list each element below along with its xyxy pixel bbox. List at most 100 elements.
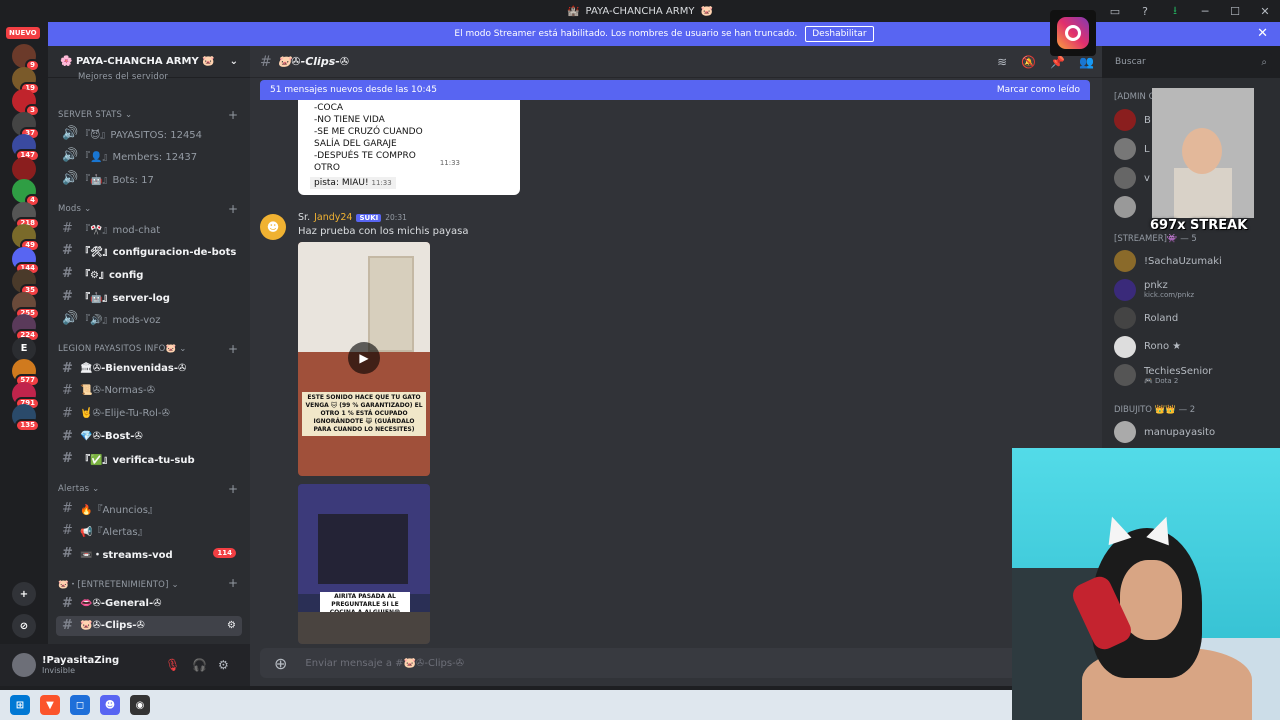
minimize-button[interactable]: ─ (1190, 5, 1220, 18)
server-icon[interactable]: 218 (12, 201, 40, 230)
member-item[interactable]: Rono ★ (1114, 335, 1278, 359)
channel-label: 🐷✇-Clips-✇ (80, 620, 145, 631)
add-channel-icon[interactable]: + (228, 342, 238, 356)
server-icon[interactable] (12, 156, 36, 181)
discord-avatar-icon[interactable]: ☻ (260, 214, 286, 240)
pin-icon[interactable]: 📌 (1050, 55, 1065, 69)
channel-item[interactable]: # 『🤖』server-log (56, 286, 242, 306)
disable-streamer-button[interactable]: Deshabilitar (805, 26, 874, 42)
server-icon[interactable]: 791 (12, 381, 40, 410)
category-legion[interactable]: LEGION PAYASITOS INFO🐷 ⌄ + (58, 342, 238, 356)
server-icon[interactable]: 255 (12, 291, 40, 320)
avatar[interactable] (12, 653, 36, 677)
channel-item[interactable]: # 『⚙』config (56, 263, 242, 283)
member-item[interactable]: TechiesSenior 🎮 Dota 2 (1114, 363, 1278, 387)
server-icon[interactable]: 144 (12, 246, 40, 275)
add-channel-icon[interactable]: + (228, 202, 238, 216)
windows-start-icon[interactable]: ⊞ (10, 695, 30, 715)
members-icon[interactable]: 👥 (1079, 55, 1094, 69)
channel-item[interactable]: # 📼・streams-vod 114 (56, 543, 242, 563)
category-entretenimiento[interactable]: 🐷・[ENTRETENIMIENTO] ⌄ + (58, 576, 238, 590)
message-author[interactable]: Jandy24 (314, 212, 352, 223)
hash-icon: # (62, 523, 73, 539)
video-attachment[interactable]: ▶ ESTE SONIDO HACE QUE TU GATO VENGA 🐱 (… (298, 242, 430, 476)
video-people (318, 514, 408, 584)
download-icon[interactable]: ⭳ (1160, 2, 1190, 21)
server-icon[interactable]: 135 (12, 404, 40, 432)
help-icon[interactable]: ? (1130, 5, 1160, 18)
channel-item[interactable]: # 📢『Alertas』 (56, 521, 242, 541)
channel-item[interactable]: 🔊 『🤖』Bots: 17 (56, 168, 242, 188)
category-server-stats[interactable]: SERVER STATS ⌄ + (58, 108, 238, 122)
inbox-icon[interactable]: ▭ (1100, 5, 1130, 18)
member-item[interactable]: pnkz kick.com/pnkz (1114, 278, 1278, 302)
channel-item[interactable]: # 🤘✇-Elije-Tu-Rol-✇ (56, 403, 242, 423)
composer-placeholder[interactable]: Enviar mensaje a #🐷✇-Clips-✇ (305, 658, 464, 669)
channel-item[interactable]: 🔊 『👤』Members: 12437 (56, 146, 242, 166)
threads-icon[interactable]: ≋ (997, 55, 1007, 69)
discord-icon[interactable]: ☻ (100, 695, 120, 715)
close-button[interactable]: ✕ (1250, 5, 1280, 18)
server-icon[interactable]: 9 (12, 44, 40, 72)
add-server-icon[interactable]: + (12, 582, 36, 606)
obs-icon[interactable]: ◉ (130, 695, 150, 715)
channel-item[interactable]: # 📜✇-Normas-✇ (56, 381, 242, 401)
channel-item[interactable]: # 『✅』verifica-tu-sub (56, 449, 242, 469)
video-attachment-2[interactable]: AIRITA PASADA AL PREGUNTARLE SI LE COCIN… (298, 484, 430, 644)
brave-icon[interactable]: ▼ (40, 695, 60, 715)
channel-label: 🏛✇-Bienvenidas-✇ (80, 362, 187, 374)
member-activity: 🎮 Dota 2 (1144, 376, 1179, 385)
instagram-icon (1050, 10, 1096, 56)
add-channel-icon[interactable]: + (228, 576, 238, 590)
image-text-line: OTRO (314, 163, 340, 173)
explore-icon[interactable]: ⊘ (12, 614, 36, 638)
server-icon[interactable]: 49 (12, 224, 40, 252)
username[interactable]: !PayasitaZing (42, 655, 119, 666)
server-icon[interactable]: 35 (12, 269, 40, 297)
search-input[interactable]: Buscar ⌕ (1110, 53, 1272, 71)
channel-item[interactable]: # 👄✇-General-✇ (56, 593, 242, 613)
webcam-overlay (1012, 448, 1280, 720)
channel-item[interactable]: # 💎✇-Bost-✇ (56, 426, 242, 446)
channel-item[interactable]: 🔊 『🔊』mods-voz (56, 309, 242, 329)
server-icon[interactable]: 37 (12, 111, 40, 140)
server-icon[interactable]: 577 (12, 359, 40, 387)
bell-muted-icon[interactable]: 🔕 (1021, 55, 1036, 69)
hash-icon: # (62, 618, 73, 633)
add-attachment-icon[interactable]: ⊕ (274, 654, 287, 673)
mute-mic-icon[interactable]: 🎙 (165, 658, 180, 672)
headphones-icon[interactable]: 🎧 (192, 658, 207, 672)
server-icon[interactable]: 19 (12, 66, 40, 95)
add-channel-icon[interactable]: + (228, 482, 238, 496)
image-attachment[interactable]: -COCA -NO TIENE VIDA -SE ME CRUZÓ CUANDO SA… (298, 100, 520, 195)
channel-item[interactable]: # 『🛠』configuracion-de-bots (56, 241, 242, 261)
channel-item[interactable]: # 🐷✇-Clips-✇ ⚙ (56, 615, 242, 636)
app-icon[interactable]: ◻ (70, 695, 90, 715)
play-icon[interactable]: ▶ (348, 342, 380, 374)
server-icon[interactable]: 147 (12, 134, 40, 162)
hash-icon: # (62, 500, 73, 516)
hash-icon: # (260, 53, 272, 70)
member-item[interactable]: !SachaUzumaki (1114, 249, 1278, 273)
member-item[interactable]: Roland (1114, 306, 1278, 330)
server-icon[interactable]: 3 (12, 89, 40, 117)
channel-settings-icon[interactable]: ⚙ (227, 620, 236, 631)
category-mods[interactable]: Mods ⌄ + (58, 202, 238, 216)
message-composer[interactable]: ⊕ Enviar mensaje a #🐷✇-Clips-✇ 🎁 ▤ (260, 648, 1090, 678)
server-icon[interactable]: 4 (12, 179, 40, 207)
server-icon[interactable]: E (12, 336, 36, 361)
server-icon[interactable]: 224 (12, 314, 40, 342)
maximize-button[interactable]: ☐ (1220, 5, 1250, 18)
category-alertas[interactable]: Alertas ⌄ + (58, 482, 238, 496)
channel-item[interactable]: # 『🎌』mod-chat (56, 218, 242, 238)
mark-read-button[interactable]: Marcar como leído (997, 85, 1080, 95)
member-item[interactable]: manupayasito (1114, 420, 1278, 444)
new-messages-bar[interactable]: 51 mensajes nuevos desde las 10:45 Marca… (260, 80, 1090, 100)
channel-item[interactable]: # 🔥『Anuncios』 (56, 498, 242, 518)
channel-item[interactable]: # 🏛✇-Bienvenidas-✇ (56, 358, 242, 378)
close-icon[interactable]: ✕ (1257, 26, 1268, 41)
video-bottom (298, 612, 430, 644)
channel-item[interactable]: 🔊 『😈』PAYASITOS: 12454 (56, 123, 242, 143)
add-channel-icon[interactable]: + (228, 108, 238, 122)
settings-gear-icon[interactable]: ⚙ (218, 658, 229, 672)
